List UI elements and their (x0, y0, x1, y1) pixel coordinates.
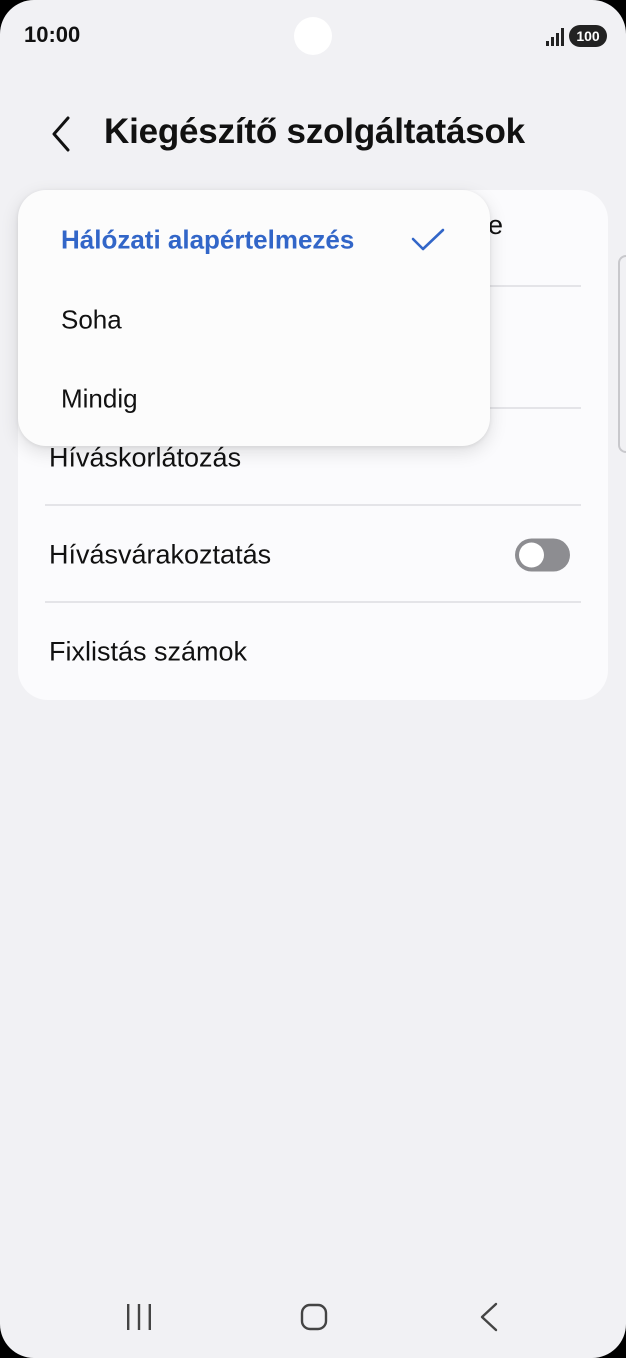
scroll-indicator (618, 255, 626, 453)
page-title: Kiegészítő szolgáltatások (104, 112, 525, 151)
row-label: Híváskorlátozás (49, 442, 242, 472)
recents-icon[interactable] (124, 1302, 154, 1332)
dropdown-option-network-default[interactable]: Hálózati alapértelmezés (18, 201, 490, 279)
option-label: Mindig (61, 383, 138, 414)
check-icon (411, 228, 445, 251)
status-time: 10:00 (24, 22, 81, 47)
row-label: Hívásvárakoztatás (49, 539, 272, 569)
dropdown-option-never[interactable]: Soha (18, 281, 490, 359)
dropdown-menu: Hálózati alapértelmezés Soha Mindig (18, 190, 490, 446)
call-waiting-toggle[interactable] (515, 538, 570, 571)
option-label: Hálózati alapértelmezés (61, 224, 355, 255)
back-icon[interactable] (478, 1301, 500, 1333)
toggle-knob (519, 542, 544, 567)
settings-row-fixed-dialing[interactable]: Fixlistás számok (18, 603, 608, 700)
camera-hole (294, 17, 332, 55)
option-label: Soha (61, 304, 122, 335)
home-icon[interactable] (300, 1303, 328, 1331)
settings-row-call-waiting[interactable]: Hívásvárakoztatás (18, 506, 608, 603)
chevron-left-icon[interactable] (46, 112, 76, 156)
phone-screen: 10:00 100 Kiegészítő szolgáltatások e Hí… (0, 0, 626, 1358)
signal-icon (546, 28, 564, 46)
row-label: Fixlistás számok (49, 636, 248, 666)
dropdown-option-always[interactable]: Mindig (18, 360, 490, 438)
battery-badge: 100 (569, 25, 607, 47)
row-partial-text: e (488, 210, 504, 240)
